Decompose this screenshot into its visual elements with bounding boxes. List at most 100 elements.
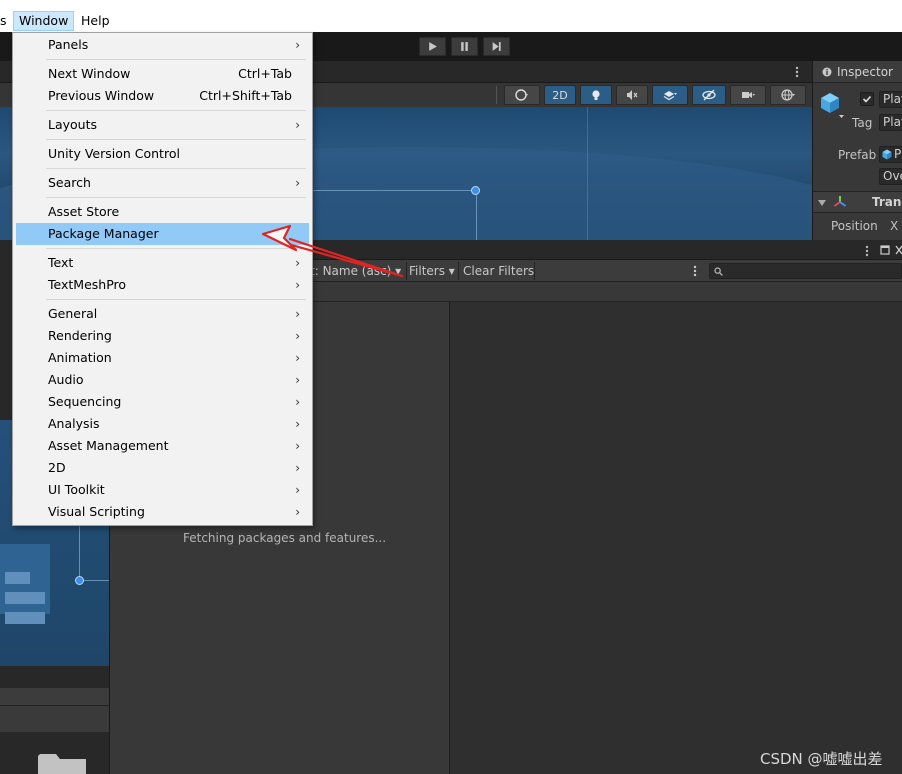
- menu-item-label: Analysis: [48, 416, 100, 431]
- submenu-arrow-icon: ›: [295, 307, 300, 321]
- menu-item-label: Text: [48, 255, 74, 270]
- inspector-tab[interactable]: Inspector: [813, 61, 902, 83]
- menu-separator: [46, 248, 306, 249]
- toggle-2d-button[interactable]: 2D: [544, 85, 576, 105]
- menu-item-package-manager[interactable]: Package Manager: [16, 223, 309, 245]
- rect-outline-bottom: [80, 580, 109, 581]
- menu-item-audio[interactable]: Audio ›: [16, 369, 309, 391]
- position-label: Position: [831, 219, 878, 233]
- menu-item-panels[interactable]: Panels ›: [16, 34, 309, 56]
- menu-item-analysis[interactable]: Analysis ›: [16, 413, 309, 435]
- scene-visibility-toggle[interactable]: [692, 85, 726, 105]
- menu-item-visual-scripting[interactable]: Visual Scripting ›: [16, 501, 309, 523]
- menu-item-previous-window[interactable]: Previous Window Ctrl+Shift+Tab: [16, 85, 309, 107]
- rect-outline-right: [476, 191, 477, 240]
- submenu-arrow-icon: ›: [295, 439, 300, 453]
- gizmo-globe-icon: [781, 89, 795, 101]
- menu-item-label: 2D: [48, 460, 66, 475]
- scene-object-bar: [5, 612, 45, 624]
- project-search-row: [0, 706, 109, 732]
- active-checkbox[interactable]: [860, 92, 874, 106]
- menu-item-sequencing[interactable]: Sequencing ›: [16, 391, 309, 413]
- folder-icon[interactable]: [38, 750, 86, 774]
- menu-item-label: Layouts: [48, 117, 98, 132]
- menu-window[interactable]: Window: [13, 11, 75, 31]
- menu-item-general[interactable]: General ›: [16, 303, 309, 325]
- package-search-input[interactable]: [709, 263, 902, 279]
- submenu-arrow-icon: ›: [295, 38, 300, 52]
- search-icon: [714, 267, 723, 276]
- menu-item-search[interactable]: Search ›: [16, 172, 309, 194]
- audio-toggle[interactable]: [616, 85, 648, 105]
- menu-item-text[interactable]: Text ›: [16, 252, 309, 274]
- watermark-text: CSDN @嘘嘘出差: [760, 750, 883, 768]
- submenu-arrow-icon: ›: [295, 417, 300, 431]
- menu-item-next-window[interactable]: Next Window Ctrl+Tab: [16, 63, 309, 85]
- sort-dropdown[interactable]: t: Name (asc) ▾: [310, 264, 401, 278]
- pause-button[interactable]: [451, 37, 478, 56]
- submenu-arrow-icon: ›: [295, 256, 300, 270]
- scene-object-bar: [5, 572, 30, 584]
- submenu-arrow-icon: ›: [295, 176, 300, 190]
- menu-tools-partial[interactable]: s: [0, 11, 12, 31]
- close-icon[interactable]: [895, 245, 902, 255]
- draw-mode-dropdown[interactable]: [504, 85, 540, 105]
- filters-dropdown[interactable]: Filters ▾: [409, 264, 455, 278]
- loading-status-text: Fetching packages and features...: [183, 531, 387, 545]
- play-button[interactable]: [419, 37, 446, 56]
- effects-dropdown[interactable]: [652, 85, 688, 105]
- clear-filters-button[interactable]: Clear Filters: [463, 264, 534, 278]
- menu-item-textmeshpro[interactable]: TextMeshPro ›: [16, 274, 309, 296]
- transform-label: Trans: [872, 195, 902, 209]
- toolbar-divider: [458, 262, 459, 280]
- menu-separator: [46, 197, 306, 198]
- window-menu-dropdown: Panels › Next Window Ctrl+Tab Previous Win…: [12, 32, 313, 526]
- camera-dropdown[interactable]: [730, 85, 766, 105]
- more-options-icon[interactable]: [692, 265, 698, 277]
- submenu-arrow-icon: ›: [295, 351, 300, 365]
- gizmos-dropdown[interactable]: [770, 85, 806, 105]
- menu-item-unity-version-control[interactable]: Unity Version Control: [16, 143, 309, 165]
- menu-separator: [46, 139, 306, 140]
- tag-dropdown[interactable]: Play: [879, 114, 902, 131]
- object-name-field[interactable]: Play: [879, 91, 902, 108]
- transform-header[interactable]: Trans: [813, 191, 902, 213]
- menu-item-ui-toolkit[interactable]: UI Toolkit ›: [16, 479, 309, 501]
- overrides-dropdown[interactable]: Ove: [879, 168, 902, 185]
- more-options-icon[interactable]: [794, 66, 800, 78]
- prefab-field[interactable]: P: [879, 146, 902, 163]
- grid-line: [587, 107, 588, 240]
- menu-item-2d[interactable]: 2D ›: [16, 457, 309, 479]
- foldout-arrow-icon: [818, 200, 826, 206]
- menu-item-asset-store[interactable]: Asset Store: [16, 201, 309, 223]
- position-x-label: X: [890, 219, 899, 233]
- menu-item-label: Sequencing: [48, 394, 122, 409]
- menu-item-shortcut: Ctrl+Tab: [238, 66, 292, 81]
- lighting-toggle[interactable]: [580, 85, 612, 105]
- effects-layers-icon: [663, 91, 677, 101]
- prefab-label: Prefab: [838, 148, 877, 162]
- menu-item-label: Search: [48, 175, 91, 190]
- menu-item-layouts[interactable]: Layouts ›: [16, 114, 309, 136]
- submenu-arrow-icon: ›: [295, 461, 300, 475]
- menu-item-label: Asset Store: [48, 204, 120, 219]
- step-button[interactable]: [483, 37, 510, 56]
- menu-item-asset-management[interactable]: Asset Management ›: [16, 435, 309, 457]
- maximize-icon[interactable]: [880, 245, 890, 255]
- menu-item-shortcut: Ctrl+Shift+Tab: [199, 88, 292, 103]
- rect-outline-top: [312, 190, 476, 191]
- rect-handle-bottom-left[interactable]: [75, 576, 84, 585]
- menu-item-label: Asset Management: [48, 438, 169, 453]
- pause-icon: [461, 42, 468, 51]
- menu-help[interactable]: Help: [76, 11, 115, 31]
- menu-item-animation[interactable]: Animation ›: [16, 347, 309, 369]
- menu-item-rendering[interactable]: Rendering ›: [16, 325, 309, 347]
- menu-separator: [46, 110, 306, 111]
- prefab-small-icon: [882, 149, 892, 160]
- menu-bar: s Window Help: [0, 0, 902, 32]
- scene-object-bar: [5, 592, 45, 604]
- info-icon: [822, 67, 832, 77]
- play-icon: [429, 42, 437, 51]
- rect-handle-top-right[interactable]: [471, 186, 480, 195]
- more-options-icon[interactable]: [864, 245, 870, 257]
